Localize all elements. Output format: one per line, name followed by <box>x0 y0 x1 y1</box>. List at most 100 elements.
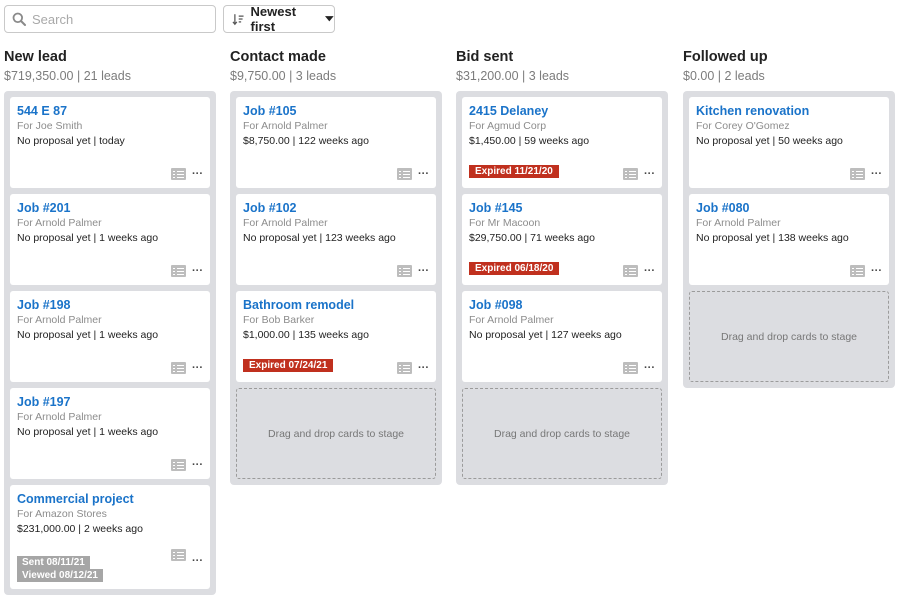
document-list-icon[interactable] <box>397 168 412 180</box>
more-options-icon[interactable]: ··· <box>192 460 203 471</box>
lead-client: For Arnold Palmer <box>243 120 328 132</box>
stage-lane: Kitchen renovation For Corey O'Gomez No pr… <box>683 91 895 388</box>
sort-icon <box>232 13 244 25</box>
more-options-icon[interactable]: ··· <box>192 556 203 567</box>
lead-client: For Mr Macoon <box>469 217 541 229</box>
document-list-icon[interactable] <box>623 362 638 374</box>
lead-card[interactable]: Job #145 For Mr Macoon $29,750.00 | 71 wee… <box>462 194 662 285</box>
lead-card[interactable]: Job #102 For Arnold Palmer No proposal yet… <box>236 194 436 285</box>
lead-detail: $231,000.00 | 2 weeks ago <box>17 523 143 535</box>
document-list-icon[interactable] <box>171 265 186 277</box>
drop-zone[interactable]: Drag and drop cards to stage <box>236 388 436 479</box>
search-box[interactable] <box>4 5 216 33</box>
document-list-icon[interactable] <box>850 265 865 277</box>
lead-title-link[interactable]: Job #102 <box>243 201 429 215</box>
lead-title-link[interactable]: Job #098 <box>469 298 655 312</box>
sent-badge: Sent 08/11/21 <box>17 556 90 569</box>
more-options-icon[interactable]: ··· <box>192 266 203 277</box>
stage-title: Bid sent <box>456 49 514 65</box>
expired-badge: Expired 06/18/20 <box>469 262 560 275</box>
more-options-icon[interactable]: ··· <box>644 169 655 180</box>
lead-card[interactable]: Job #080 For Arnold Palmer No proposal yet… <box>689 194 889 285</box>
lead-client: For Arnold Palmer <box>17 217 102 229</box>
stage-summary: $31,200.00 | 3 leads <box>456 69 570 83</box>
lead-card[interactable]: Job #098 For Arnold Palmer No proposal yet… <box>462 291 662 382</box>
stage-title: New lead <box>4 49 67 65</box>
lead-title-link[interactable]: Job #197 <box>17 395 203 409</box>
lead-detail: $1,450.00 | 59 weeks ago <box>469 135 590 147</box>
stage-summary: $719,350.00 | 21 leads <box>4 69 131 83</box>
lead-client: For Arnold Palmer <box>243 217 328 229</box>
lead-title-link[interactable]: Job #145 <box>469 201 655 215</box>
more-options-icon[interactable]: ··· <box>192 363 203 374</box>
toolbar: Newest first <box>4 4 335 34</box>
lead-title-link[interactable]: Job #080 <box>696 201 882 215</box>
caret-down-icon <box>325 16 334 22</box>
more-options-icon[interactable]: ··· <box>192 169 203 180</box>
lead-client: For Arnold Palmer <box>17 314 102 326</box>
drop-zone[interactable]: Drag and drop cards to stage <box>689 291 889 382</box>
document-list-icon[interactable] <box>171 549 186 561</box>
lead-card[interactable]: Kitchen renovation For Corey O'Gomez No pr… <box>689 97 889 188</box>
lead-card[interactable]: Job #197 For Arnold Palmer No proposal yet… <box>10 388 210 479</box>
lead-detail: $29,750.00 | 71 weeks ago <box>469 232 595 244</box>
lead-client: For Bob Barker <box>243 314 315 326</box>
lead-title-link[interactable]: Job #201 <box>17 201 203 215</box>
lead-detail: No proposal yet | 138 weeks ago <box>696 232 849 244</box>
stage-lane: Job #105 For Arnold Palmer $8,750.00 | 122… <box>230 91 442 485</box>
lead-card[interactable]: Job #105 For Arnold Palmer $8,750.00 | 122… <box>236 97 436 188</box>
expired-badge: Expired 11/21/20 <box>469 165 559 178</box>
lead-card[interactable]: Commercial project For Amazon Stores $231,… <box>10 485 210 589</box>
viewed-badge: Viewed 08/12/21 <box>17 569 103 582</box>
lead-detail: No proposal yet | 1 weeks ago <box>17 232 159 244</box>
stage-lane: 544 E 87 For Joe Smith No proposal yet | t… <box>4 91 216 595</box>
document-list-icon[interactable] <box>397 265 412 277</box>
sort-label: Newest first <box>250 4 297 34</box>
lead-title-link[interactable]: Job #198 <box>17 298 203 312</box>
lead-client: For Arnold Palmer <box>696 217 781 229</box>
lead-title-link[interactable]: Bathroom remodel <box>243 298 429 312</box>
lead-detail: No proposal yet | 1 weeks ago <box>17 426 159 438</box>
lead-detail: $8,750.00 | 122 weeks ago <box>243 135 369 147</box>
lead-client: For Arnold Palmer <box>17 411 102 423</box>
stage-summary: $9,750.00 | 3 leads <box>230 69 337 83</box>
lead-title-link[interactable]: Job #105 <box>243 104 429 118</box>
document-list-icon[interactable] <box>397 362 412 374</box>
lead-title-link[interactable]: Commercial project <box>17 492 203 506</box>
lead-detail: No proposal yet | 123 weeks ago <box>243 232 396 244</box>
lead-card[interactable]: 2415 Delaney For Agmud Corp $1,450.00 | 59… <box>462 97 662 188</box>
search-icon <box>12 12 26 26</box>
search-input[interactable] <box>32 11 202 27</box>
more-options-icon[interactable]: ··· <box>418 363 429 374</box>
document-list-icon[interactable] <box>623 168 638 180</box>
document-list-icon[interactable] <box>171 459 186 471</box>
more-options-icon[interactable]: ··· <box>871 266 882 277</box>
document-list-icon[interactable] <box>850 168 865 180</box>
more-options-icon[interactable]: ··· <box>418 266 429 277</box>
document-list-icon[interactable] <box>171 168 186 180</box>
lead-card[interactable]: Job #201 For Arnold Palmer No proposal yet… <box>10 194 210 285</box>
more-options-icon[interactable]: ··· <box>418 169 429 180</box>
expired-badge: Expired 07/24/21 <box>243 359 334 372</box>
stage-column: New lead $719,350.00 | 21 leads 544 E 87 Fo… <box>4 48 216 595</box>
document-list-icon[interactable] <box>171 362 186 374</box>
lead-card[interactable]: 544 E 87 For Joe Smith No proposal yet | t… <box>10 97 210 188</box>
lead-detail: No proposal yet | today <box>17 135 125 147</box>
more-options-icon[interactable]: ··· <box>644 363 655 374</box>
lead-title-link[interactable]: 544 E 87 <box>17 104 203 118</box>
lead-title-link[interactable]: 2415 Delaney <box>469 104 655 118</box>
stage-summary: $0.00 | 2 leads <box>683 69 765 83</box>
lead-title-link[interactable]: Kitchen renovation <box>696 104 882 118</box>
stage-column: Followed up $0.00 | 2 leads Kitchen renova… <box>683 48 895 388</box>
sort-dropdown[interactable]: Newest first <box>223 4 335 34</box>
more-options-icon[interactable]: ··· <box>871 169 882 180</box>
lead-card[interactable]: Job #198 For Arnold Palmer No proposal yet… <box>10 291 210 382</box>
stage-column: Contact made $9,750.00 | 3 leads Job #105 F… <box>230 48 442 485</box>
more-options-icon[interactable]: ··· <box>644 266 655 277</box>
document-list-icon[interactable] <box>623 265 638 277</box>
stage-title: Contact made <box>230 49 326 65</box>
stage-lane: 2415 Delaney For Agmud Corp $1,450.00 | 59… <box>456 91 668 485</box>
stage-column: Bid sent $31,200.00 | 3 leads 2415 Delaney… <box>456 48 668 485</box>
drop-zone[interactable]: Drag and drop cards to stage <box>462 388 662 479</box>
lead-card[interactable]: Bathroom remodel For Bob Barker $1,000.00 … <box>236 291 436 382</box>
